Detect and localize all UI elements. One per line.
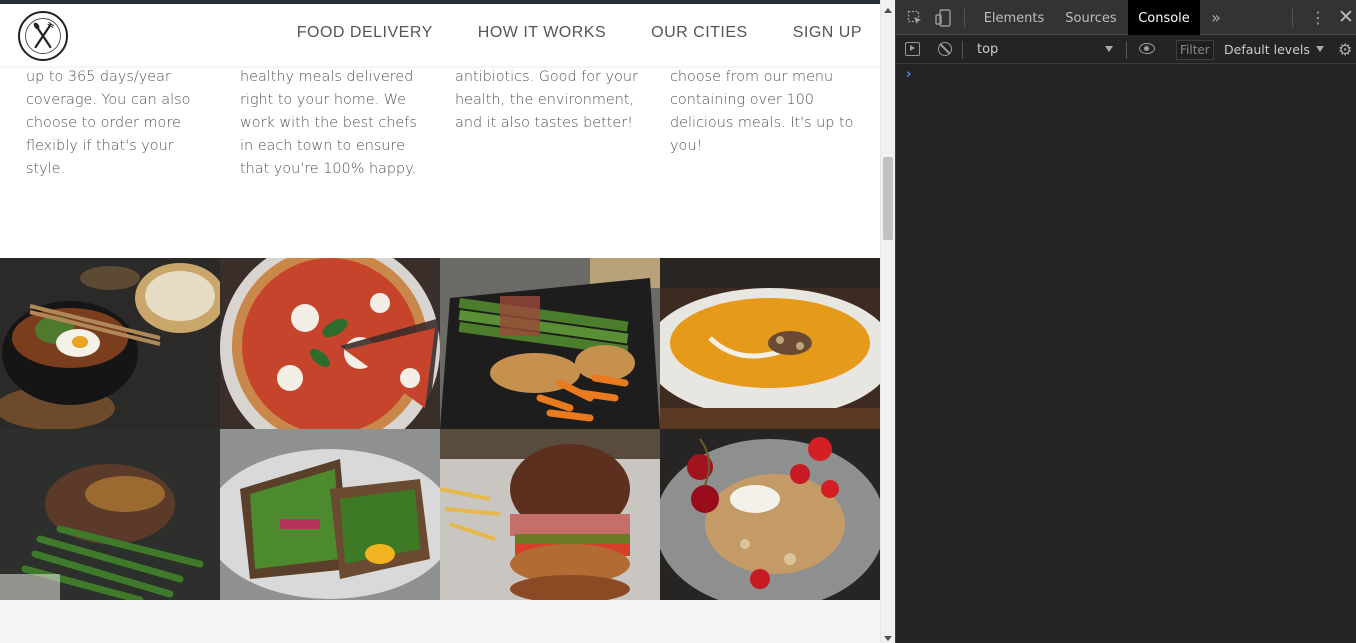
nav-link-sign-up[interactable]: SIGN UP	[793, 24, 862, 42]
show-console-sidebar-icon[interactable]	[905, 42, 920, 56]
meals-gallery	[0, 258, 880, 600]
pumpkin-soup-photo[interactable]	[660, 258, 880, 429]
feature-line: choose from our menu	[670, 69, 834, 85]
console-input[interactable]	[922, 66, 1342, 84]
granola-cherries-photo[interactable]	[660, 429, 880, 600]
fork-knife-logo-icon	[25, 18, 61, 54]
webpage-viewport: FOOD DELIVERY HOW IT WORKS OUR CITIES SI…	[0, 0, 880, 643]
tab-elements[interactable]: Elements	[976, 0, 1052, 35]
devtools-panel: Elements Sources Console » ⋮ ✕ top Defau…	[895, 0, 1356, 643]
feature-line: work with the best chefs	[240, 115, 417, 131]
nav-link-how-it-works[interactable]: HOW IT WORKS	[478, 24, 606, 42]
close-icon[interactable]: ✕	[1336, 0, 1356, 35]
feature-line: in each town to ensure	[240, 138, 405, 154]
feature-line: flexibly if that's your style.	[26, 138, 174, 177]
toolbar-divider	[1126, 41, 1127, 59]
inspect-element-icon[interactable]	[904, 0, 926, 35]
feature-text-3: antibiotics. Good for your health, the e…	[455, 66, 645, 135]
asparagus-chicken-photo[interactable]	[440, 258, 660, 429]
steak-beans-photo[interactable]	[0, 429, 220, 600]
features-section: up to 365 days/year coverage. You can al…	[0, 66, 880, 258]
device-toolbar-icon[interactable]	[932, 0, 954, 35]
feature-line: that you're 100% happy.	[240, 161, 417, 177]
feature-line: coverage. You can also	[26, 92, 191, 108]
javascript-context-select[interactable]: top	[971, 35, 1121, 64]
feature-line: health, the environment,	[455, 92, 635, 108]
next-section-background	[0, 600, 880, 643]
log-levels-value: Default levels	[1224, 42, 1310, 57]
kebab-menu-icon[interactable]: ⋮	[1308, 0, 1328, 35]
console-toolbar: top Default levels ⚙	[896, 35, 1356, 64]
live-expression-eye-icon[interactable]	[1139, 43, 1155, 54]
clear-console-icon[interactable]	[938, 42, 952, 56]
feature-line: choose to order more	[26, 115, 181, 131]
dropdown-arrow-icon	[1105, 46, 1113, 52]
log-levels-select[interactable]: Default levels	[1224, 35, 1324, 64]
feature-line: delicious meals. It's up to	[670, 115, 854, 131]
site-navigation: FOOD DELIVERY HOW IT WORKS OUR CITIES SI…	[0, 4, 880, 66]
burger-photo[interactable]	[440, 429, 660, 600]
feature-line: up to 365 days/year	[26, 69, 171, 85]
scrollbar-thumb[interactable]	[883, 157, 893, 240]
scroll-up-arrow-icon[interactable]	[884, 8, 892, 13]
devtools-tabbar: Elements Sources Console » ⋮ ✕	[896, 0, 1356, 35]
feature-line: right to your home. We	[240, 92, 407, 108]
feature-line: you!	[670, 138, 703, 154]
console-settings-gear-icon[interactable]: ⚙	[1338, 35, 1352, 64]
console-output-area[interactable]: ›	[896, 64, 1356, 643]
feature-text-4: choose from our menu containing over 100…	[670, 66, 860, 158]
toolbar-divider	[1292, 9, 1293, 27]
feature-text-1: up to 365 days/year coverage. You can al…	[26, 66, 216, 181]
sandwich-photo[interactable]	[220, 429, 440, 600]
tab-sources[interactable]: Sources	[1058, 0, 1124, 35]
nav-link-food-delivery[interactable]: FOOD DELIVERY	[297, 24, 433, 42]
logo[interactable]	[18, 11, 68, 61]
toolbar-divider	[962, 41, 963, 59]
toolbar-divider	[964, 9, 965, 27]
dropdown-arrow-icon	[1315, 46, 1324, 52]
nav-links: FOOD DELIVERY HOW IT WORKS OUR CITIES SI…	[297, 4, 862, 62]
context-select-value: top	[977, 42, 999, 57]
feature-text-2: healthy meals delivered right to your ho…	[240, 66, 430, 181]
feature-line: and it also tastes better!	[455, 115, 633, 131]
scroll-down-arrow-icon[interactable]	[884, 636, 892, 641]
page-scrollbar[interactable]	[880, 0, 895, 643]
pizza-photo[interactable]	[220, 258, 440, 429]
feature-line: antibiotics. Good for your	[455, 69, 638, 85]
console-filter-input[interactable]	[1176, 40, 1214, 60]
feature-line: containing over 100	[670, 92, 814, 108]
bibimbap-photo[interactable]	[0, 258, 220, 429]
tab-console[interactable]: Console	[1128, 0, 1200, 35]
feature-line: healthy meals delivered	[240, 69, 414, 85]
console-prompt-icon: ›	[906, 67, 912, 82]
more-tabs-icon[interactable]: »	[1206, 0, 1226, 35]
nav-link-our-cities[interactable]: OUR CITIES	[651, 24, 748, 42]
